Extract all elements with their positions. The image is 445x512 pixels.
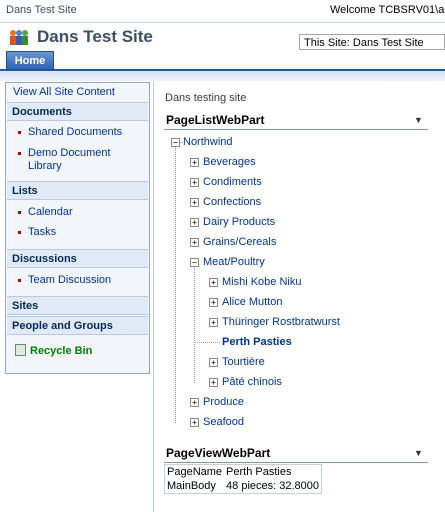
ql-item-tasks[interactable]: Tasks: [28, 226, 56, 239]
field-name: MainBody: [167, 480, 216, 492]
title-band: [0, 71, 445, 81]
tab-bar: [0, 52, 445, 70]
expand-icon[interactable]: +: [190, 418, 199, 427]
expand-icon[interactable]: +: [190, 398, 199, 407]
tree-node-mishi-kobe-niku[interactable]: Mishi Kobe Niku: [222, 276, 301, 288]
tree-line: [194, 265, 195, 383]
tree-node-seafood[interactable]: Seafood: [203, 416, 244, 428]
expand-icon[interactable]: +: [190, 158, 199, 167]
expand-icon[interactable]: +: [209, 318, 218, 327]
ql-heading-documents[interactable]: Documents: [7, 102, 148, 121]
expand-icon[interactable]: +: [209, 298, 218, 307]
bullet-icon: [18, 279, 21, 282]
welcome-menu[interactable]: Welcome TCBSRV01\ac: [330, 4, 445, 16]
collapse-icon[interactable]: −: [171, 138, 180, 147]
content-divider: [153, 81, 154, 512]
site-logo-icon: [10, 30, 28, 45]
recycle-bin-icon[interactable]: [15, 344, 26, 356]
tree-line: [195, 342, 220, 343]
tree-node-meat-poultry[interactable]: Meat/Poultry: [203, 256, 265, 268]
webpart-title-rule: [164, 462, 428, 463]
chevron-down-icon[interactable]: ▼: [414, 448, 423, 458]
site-title[interactable]: Dans Test Site: [37, 27, 153, 47]
expand-icon[interactable]: +: [190, 198, 199, 207]
expand-icon[interactable]: +: [190, 178, 199, 187]
collapse-icon[interactable]: −: [190, 258, 199, 267]
tree-line: [175, 146, 176, 423]
expand-icon[interactable]: +: [190, 218, 199, 227]
field-value: 48 pieces: 32.8000: [226, 480, 320, 492]
search-scope-select[interactable]: This Site: Dans Test Site: [299, 34, 445, 50]
expand-icon[interactable]: +: [209, 378, 218, 387]
field-value: Perth Pasties: [226, 466, 292, 478]
tree-node-pate-chinois[interactable]: Pâté chinois: [222, 376, 282, 388]
tree-node-tourtiere[interactable]: Tourtière: [222, 356, 265, 368]
tree-node-thuringer-rostbratwurst[interactable]: Thüringer Rostbratwurst: [222, 316, 340, 328]
tree-node-grains-cereals[interactable]: Grains/Cereals: [203, 236, 276, 248]
tree-node-produce[interactable]: Produce: [203, 396, 244, 408]
ql-item-shared-documents[interactable]: Shared Documents: [28, 126, 122, 139]
ql-heading-people-and-groups[interactable]: People and Groups: [7, 316, 148, 335]
ql-item-team-discussion[interactable]: Team Discussion: [28, 274, 111, 287]
site-breadcrumb[interactable]: Dans Test Site: [6, 4, 77, 16]
page-list-webpart-title[interactable]: PageListWebPart: [166, 113, 264, 127]
expand-icon[interactable]: +: [209, 358, 218, 367]
bullet-icon: [18, 211, 21, 214]
tree-node-beverages[interactable]: Beverages: [203, 156, 256, 168]
ql-item-demo-line1: Demo Document: [28, 147, 111, 159]
quick-launch: View All Site Content Documents Shared D…: [5, 82, 150, 374]
view-all-site-content-link[interactable]: View All Site Content: [13, 86, 115, 98]
ql-item-demo-line2: Library: [28, 160, 62, 172]
ql-heading-sites[interactable]: Sites: [7, 296, 148, 315]
site-description: Dans testing site: [165, 92, 247, 104]
table-row: PageName Perth Pasties: [165, 465, 322, 480]
table-row: MainBody 48 pieces: 32.8000: [165, 479, 322, 494]
tab-home[interactable]: Home: [6, 51, 54, 70]
ql-item-calendar[interactable]: Calendar: [28, 206, 73, 219]
tree-node-northwind[interactable]: Northwind: [183, 136, 233, 148]
expand-icon[interactable]: +: [190, 238, 199, 247]
bullet-icon: [18, 231, 21, 234]
tree-node-condiments[interactable]: Condiments: [203, 176, 262, 188]
webpart-title-rule: [164, 129, 428, 130]
ql-item-demo-document-library[interactable]: Demo Document Library: [28, 147, 111, 173]
tree-node-dairy-products[interactable]: Dairy Products: [203, 216, 275, 228]
tree-node-perth-pasties-selected[interactable]: Perth Pasties: [222, 336, 292, 348]
recycle-bin-link[interactable]: Recycle Bin: [30, 345, 92, 357]
ql-heading-discussions[interactable]: Discussions: [7, 249, 148, 268]
tree-node-confections[interactable]: Confections: [203, 196, 261, 208]
tree-node-alice-mutton[interactable]: Alice Mutton: [222, 296, 283, 308]
field-name: PageName: [167, 466, 223, 478]
page-view-webpart-title[interactable]: PageViewWebPart: [166, 446, 270, 460]
bullet-icon: [18, 152, 21, 155]
page-view-table: PageName Perth Pasties MainBody 48 piece…: [164, 464, 323, 494]
expand-icon[interactable]: +: [209, 278, 218, 287]
chevron-down-icon[interactable]: ▼: [414, 115, 423, 125]
bullet-icon: [18, 131, 21, 134]
ql-heading-lists[interactable]: Lists: [7, 181, 148, 200]
